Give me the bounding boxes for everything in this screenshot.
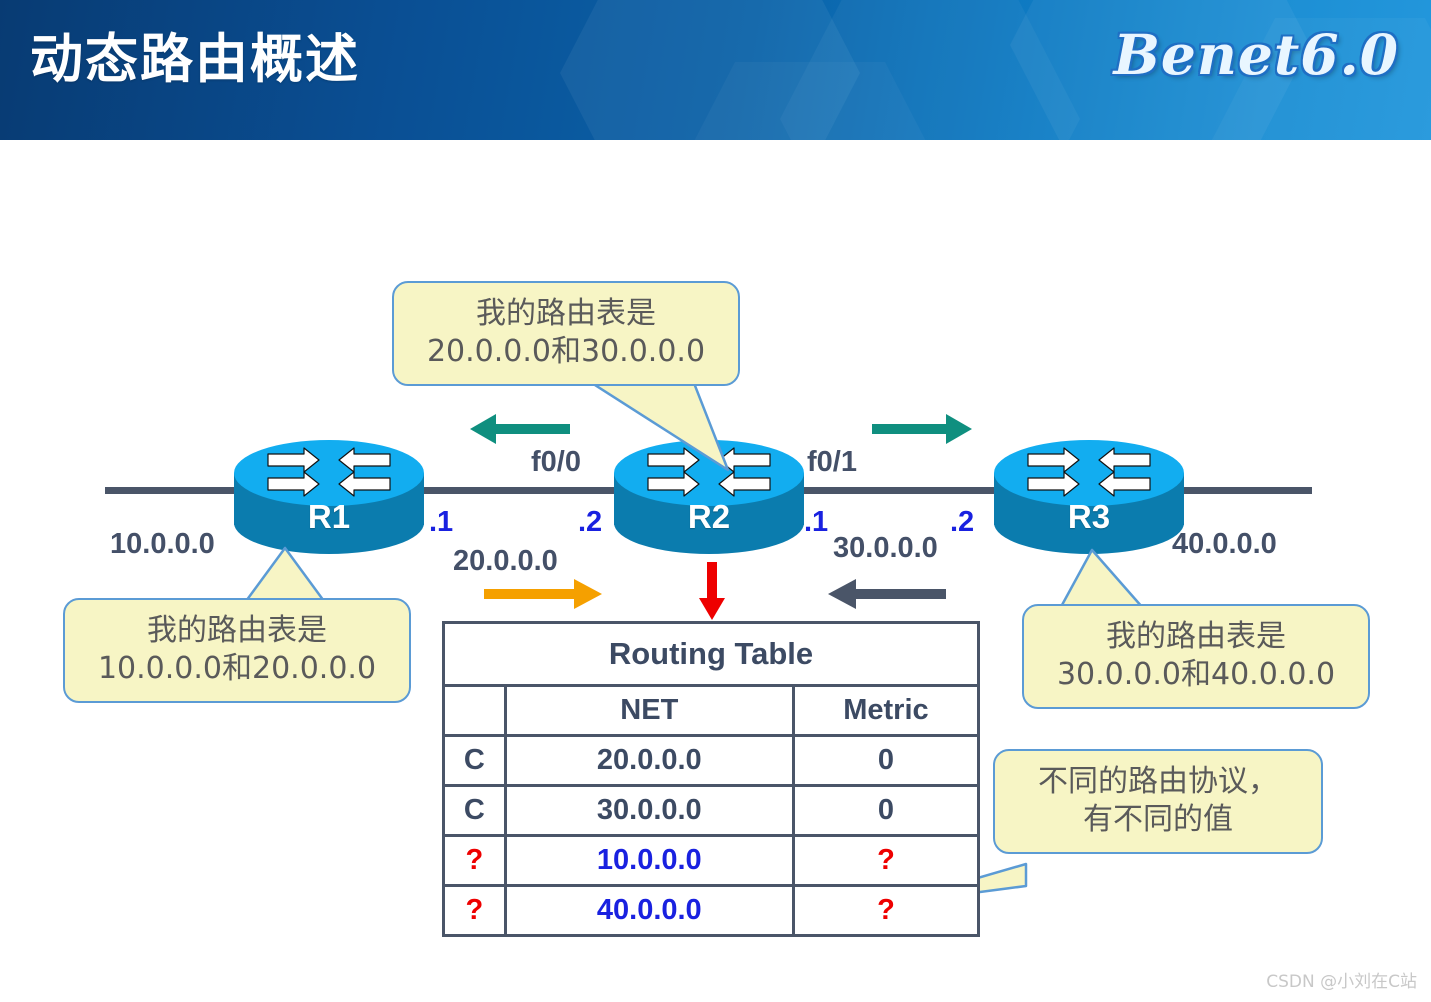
cell-metric: ? — [791, 834, 981, 887]
router-r1[interactable]: R1 — [234, 440, 424, 554]
router-r3[interactable]: R3 — [994, 440, 1184, 554]
cell-metric: 0 — [791, 784, 981, 837]
routing-table: Routing Table NET Metric C 20.0.0.0 0 C … — [442, 621, 981, 937]
slide-header: 动态路由概述 Benet6.0 — [0, 0, 1431, 140]
router-arrows-icon — [267, 447, 391, 497]
cell-code: ? — [442, 884, 507, 937]
column-header-net: NET — [503, 684, 795, 737]
network-label-40: 40.0.0.0 — [1172, 528, 1277, 560]
slide-canvas: 动态路由概述 Benet6.0 R1 R2 R3 10.0.0.0 20.0.0… — [0, 0, 1431, 1002]
callout-r2: 我的路由表是 20.0.0.0和30.0.0.0 — [392, 281, 740, 386]
router-label-r1: R1 — [307, 498, 351, 535]
interface-label-f01: f0/1 — [807, 446, 857, 478]
arrow-right-orange-icon — [484, 579, 602, 609]
callout-r1: 我的路由表是 10.0.0.0和20.0.0.0 — [63, 598, 411, 703]
arrow-left-teal-f00-icon — [470, 414, 570, 444]
network-label-20: 20.0.0.0 — [453, 545, 558, 577]
callout-r1-line1: 我的路由表是 — [147, 613, 327, 648]
network-label-10: 10.0.0.0 — [110, 528, 215, 560]
callout-metric-line1: 不同的路由协议， — [1038, 764, 1278, 799]
column-header-metric: Metric — [791, 684, 981, 737]
cell-net: 20.0.0.0 — [503, 734, 795, 787]
router-arrows-icon — [1027, 447, 1151, 497]
table-row: ? 40.0.0.0 ? — [442, 884, 981, 937]
routing-table-title: Routing Table — [442, 621, 980, 687]
ip-label-r1-f-1: .1 — [429, 506, 454, 538]
link-line-net30 — [795, 487, 1005, 494]
router-label-r2: R2 — [687, 498, 731, 535]
ip-label-r3-2: .2 — [950, 506, 975, 538]
arrow-left-slate-icon — [828, 579, 946, 609]
watermark: CSDN @小刘在C站 — [1266, 972, 1417, 992]
callout-metric-line2: 有不同的值 — [1083, 802, 1233, 838]
column-header-code — [442, 684, 507, 737]
cell-net: 40.0.0.0 — [503, 884, 795, 937]
brand-logo: Benet6.0 — [1113, 22, 1399, 87]
callout-r2-line2: 20.0.0.0和30.0.0.0 — [426, 334, 706, 370]
callout-r3-line2: 30.0.0.0和40.0.0.0 — [1056, 657, 1336, 693]
routing-table-title-row: Routing Table — [442, 621, 980, 687]
cell-code: C — [442, 784, 507, 837]
cell-metric: 0 — [791, 734, 981, 787]
cell-metric: ? — [791, 884, 981, 937]
cell-code: C — [442, 734, 507, 787]
table-row: C 20.0.0.0 0 — [442, 734, 981, 787]
ip-label-r2-f00-2: .2 — [578, 506, 603, 538]
cell-net: 10.0.0.0 — [503, 834, 795, 887]
table-row: C 30.0.0.0 0 — [442, 784, 981, 837]
page-title: 动态路由概述 — [30, 29, 360, 90]
interface-label-f00: f0/0 — [531, 446, 581, 478]
callout-r3-line1: 我的路由表是 — [1106, 619, 1286, 654]
arrow-down-red-icon — [699, 562, 725, 620]
callout-metric: 不同的路由协议， 有不同的值 — [993, 749, 1323, 854]
cell-code: ? — [442, 834, 507, 887]
router-label-r3: R3 — [1067, 498, 1111, 535]
table-row: ? 10.0.0.0 ? — [442, 834, 981, 887]
ip-label-r2-f01-1: .1 — [804, 506, 829, 538]
arrow-right-teal-f01-icon — [872, 414, 972, 444]
callout-r1-line2: 10.0.0.0和20.0.0.0 — [97, 651, 377, 687]
link-line-net20 — [415, 487, 625, 494]
callout-r2-line1: 我的路由表是 — [476, 296, 656, 331]
network-label-30: 30.0.0.0 — [833, 532, 938, 564]
callout-r3: 我的路由表是 30.0.0.0和40.0.0.0 — [1022, 604, 1370, 709]
callout-tail-r2 — [582, 376, 730, 472]
routing-table-header-row: NET Metric — [442, 684, 981, 737]
cell-net: 30.0.0.0 — [503, 784, 795, 837]
